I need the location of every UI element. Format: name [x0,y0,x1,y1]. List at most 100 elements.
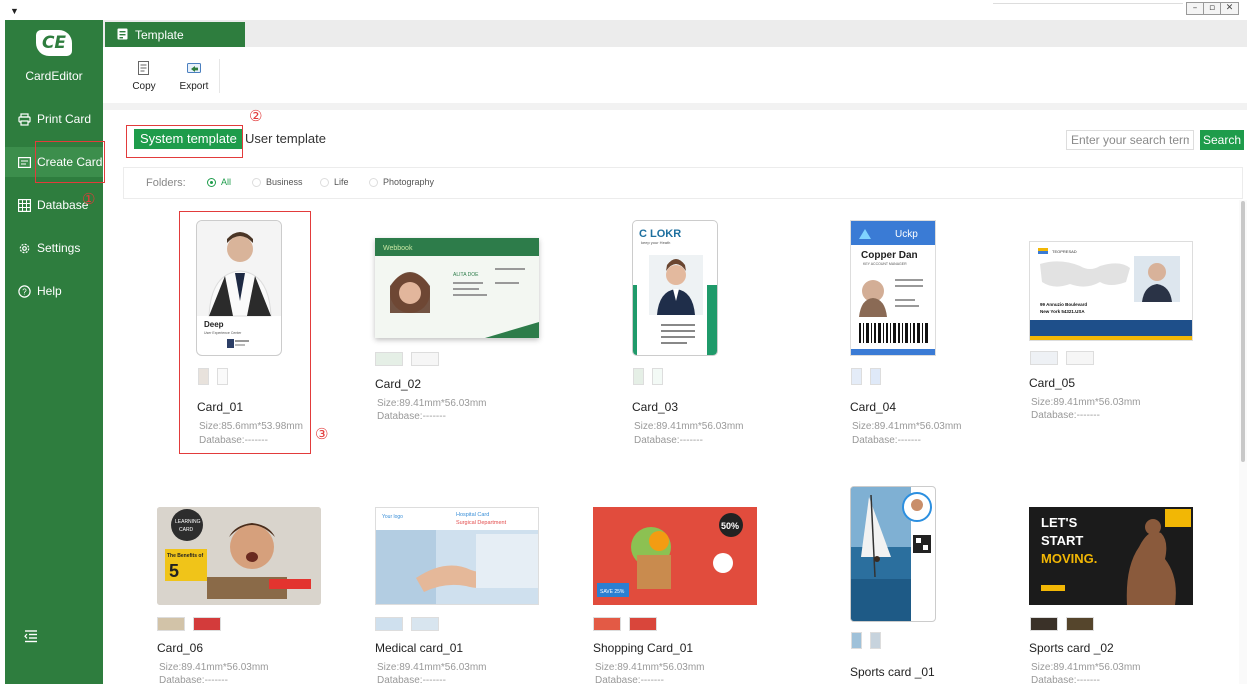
folder-option-business[interactable]: Business [252,177,303,187]
svg-text:LET'S: LET'S [1041,515,1078,530]
front-preview[interactable] [1030,617,1058,631]
menu-caret-icon[interactable]: ▼ [10,6,19,16]
collapse-menu-icon[interactable] [23,629,43,649]
svg-text:Webbook: Webbook [383,245,413,252]
svg-text:SAVE 25%: SAVE 25% [600,589,625,595]
app-name: CardEditor [25,69,83,83]
back-preview[interactable] [193,617,221,631]
sidebar-item-settings[interactable]: Settings [5,233,103,263]
annotation-number-2: ② [249,107,263,125]
svg-text:Surgical Department: Surgical Department [456,520,507,526]
svg-text:keep your Heath: keep your Heath [641,240,670,245]
svg-text:50%: 50% [721,521,739,531]
maximize-icon[interactable]: ▫ [1204,3,1221,14]
front-preview[interactable] [851,368,862,385]
export-button[interactable]: Export [174,60,214,92]
card-side-previews [851,368,881,385]
card-thumbnail[interactable]: LEARNING CARD The Benefits of 5 [157,507,321,605]
card-thumbnail[interactable]: TEOPRESAD 99 Annuzio Boulevard New York … [1029,241,1193,341]
tab-strip [103,20,1247,47]
svg-text:Your logo: Your logo [382,514,403,520]
card-database: Database:------- [634,435,703,446]
card-size: Size:89.41mm*56.03mm [1031,397,1141,408]
copy-button[interactable]: Copy [124,60,164,92]
card-database: Database:------- [595,675,664,684]
card-side-previews [633,368,663,385]
card-size: Size:89.41mm*56.03mm [852,421,962,432]
folder-option-photography[interactable]: Photography [369,177,434,187]
card-side-previews [851,632,881,649]
card-thumbnail[interactable]: 50% SAVE 25% [593,507,757,605]
card-thumbnail[interactable]: Your logo Hospital Card Surgical Departm… [375,507,539,605]
card-thumbnail[interactable]: LET'S START MOVING. [1029,507,1193,605]
help-icon: ? [17,284,31,298]
copy-label: Copy [132,81,156,92]
printer-icon [17,112,31,126]
back-preview[interactable] [870,368,881,385]
back-preview[interactable] [411,352,439,366]
card-database: Database:------- [852,435,921,446]
card-name: Sports card _02 [1029,641,1114,655]
card-side-previews [157,617,221,631]
back-preview[interactable] [411,617,439,631]
grid-icon [17,198,31,212]
card-side-previews [375,617,439,631]
svg-text:START: START [1041,533,1083,548]
card-name: Card_02 [375,377,422,391]
toolbar: Copy Export [103,47,1247,103]
card-size: Size:89.41mm*56.03mm [595,662,705,673]
radio-icon [369,177,378,187]
user-template-tab[interactable]: User template [245,129,326,149]
sidebar-item-help[interactable]: ? Help [5,276,103,306]
card-side-previews [593,617,657,631]
search-button[interactable]: Search [1200,130,1244,150]
sidebar-item-label: Help [37,284,62,298]
template-tab-icon [117,28,128,43]
front-preview[interactable] [375,617,403,631]
svg-text:Copper Dan: Copper Dan [861,250,918,261]
front-preview[interactable] [593,617,621,631]
card-size: Size:89.41mm*56.03mm [377,662,487,673]
card-side-previews [1030,617,1094,631]
front-preview[interactable] [1030,351,1058,365]
annotation-number-1: ① [82,190,96,208]
card-thumbnail[interactable] [850,486,936,622]
card-database: Database:------- [159,675,228,684]
card-side-previews [1030,351,1094,365]
export-icon [186,60,202,76]
front-preview[interactable] [633,368,644,385]
card-name: Card_06 [157,641,204,655]
tab-label: Template [135,27,184,42]
card-name: Medical card_01 [375,641,464,655]
back-preview[interactable] [652,368,663,385]
card-size: Size:89.41mm*56.03mm [377,398,487,409]
minimize-icon[interactable]: – [1187,3,1204,14]
card-size: Size:89.41mm*56.03mm [1031,662,1141,673]
sidebar-item-print-card[interactable]: Print Card [5,104,103,134]
back-preview[interactable] [629,617,657,631]
card-database: Database:------- [377,675,446,684]
front-preview[interactable] [157,617,185,631]
export-label: Export [179,81,209,92]
tab-template[interactable]: Template [105,22,245,47]
sidebar-item-label: Settings [37,241,81,255]
folder-option-life[interactable]: Life [320,177,349,187]
scrollbar-thumb[interactable] [1241,201,1245,462]
back-preview[interactable] [870,632,881,649]
card-icon [17,155,31,169]
back-preview[interactable] [1066,351,1094,365]
folders-label: Folders: [146,177,186,189]
back-preview[interactable] [1066,617,1094,631]
card-thumbnail[interactable]: Uckp Copper Dan KEY ACCOUNT MANAGER [850,220,936,356]
front-preview[interactable] [851,632,862,649]
card-thumbnail[interactable]: C LOKR keep your Heath [632,220,718,356]
close-icon[interactable]: ✕ [1221,3,1238,14]
svg-text:New York 54321.USA: New York 54321.USA [1040,309,1085,314]
card-thumbnail[interactable]: Webbook ALITA DOE [375,238,539,338]
search-input[interactable] [1066,130,1194,150]
svg-text:C LOKR: C LOKR [639,228,681,240]
topbar-field [993,0,1183,4]
front-preview[interactable] [375,352,403,366]
svg-text:99 Annuzio Boulevard: 99 Annuzio Boulevard [1040,302,1087,307]
folder-option-all[interactable]: All [207,177,231,187]
